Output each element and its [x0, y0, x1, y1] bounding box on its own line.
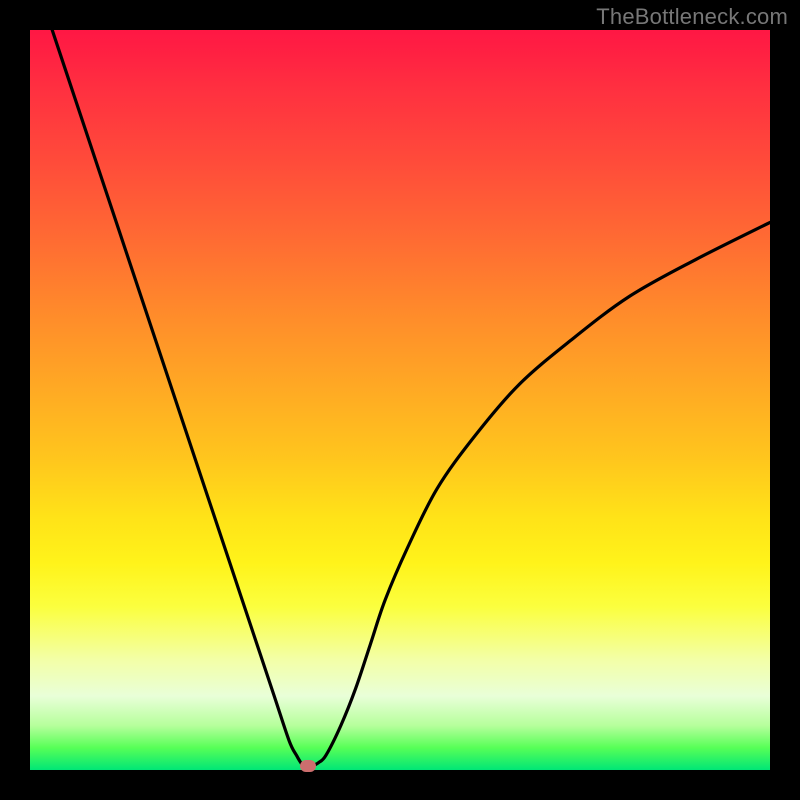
watermark-text: TheBottleneck.com — [596, 4, 788, 30]
minimum-marker — [300, 760, 316, 772]
plot-area — [30, 30, 770, 770]
chart-frame: TheBottleneck.com — [0, 0, 800, 800]
curve-svg — [30, 30, 770, 770]
bottleneck-curve — [52, 30, 770, 767]
